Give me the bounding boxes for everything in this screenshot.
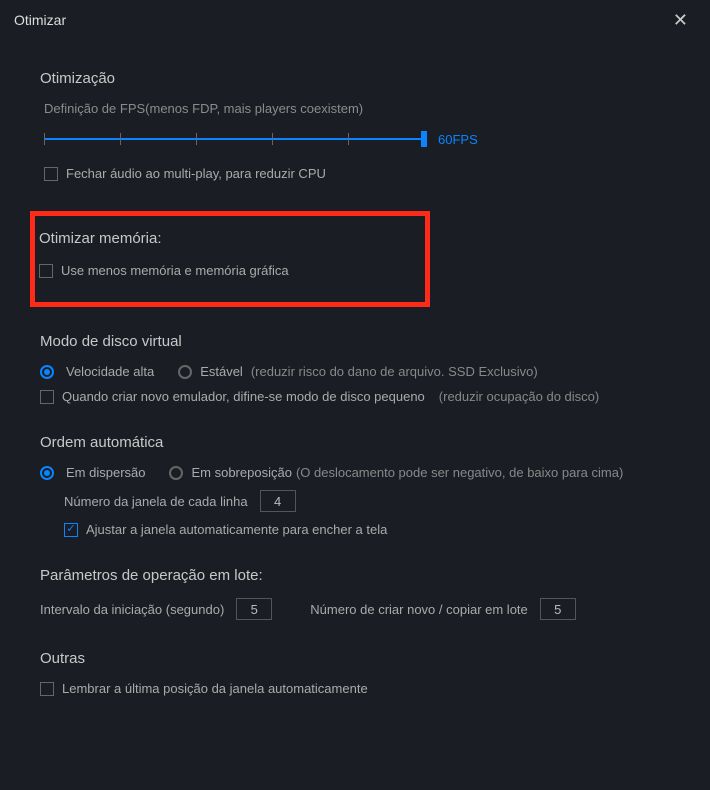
remember-pos-row: Lembrar a última posição da janela autom…: [40, 681, 670, 696]
label-stable: Estável: [200, 364, 243, 379]
label-overlap: Em sobreposição: [191, 465, 291, 480]
per-line-row: Número da janela de cada linha: [64, 490, 670, 512]
label-scatter: Em dispersão: [66, 465, 145, 480]
highlight-memory: Otimizar memória: Use menos memória e me…: [30, 211, 430, 307]
fps-slider[interactable]: [44, 130, 424, 148]
remember-pos-label: Lembrar a última posição da janela autom…: [62, 681, 368, 696]
stable-note: (reduzir risco do dano de arquivo. SSD E…: [251, 364, 538, 379]
content: Otimização Definição de FPS(menos FDP, m…: [0, 40, 710, 736]
order-mode-row: Em dispersão Em sobreposição (O deslocam…: [40, 465, 670, 480]
label-high-speed: Velocidade alta: [66, 364, 154, 379]
use-less-memory-row: Use menos memória e memória gráfica: [39, 263, 415, 278]
titlebar: Otimizar ✕: [0, 0, 710, 40]
close-audio-label: Fechar áudio ao multi-play, para reduzir…: [66, 166, 326, 181]
heading-autoorder: Ordem automática: [40, 434, 670, 451]
radio-high-speed[interactable]: [40, 365, 54, 379]
copies-input[interactable]: [540, 598, 576, 620]
small-disk-label: Quando criar novo emulador, difine-se mo…: [62, 389, 425, 404]
disk-mode-row: Velocidade alta Estável (reduzir risco d…: [40, 364, 670, 379]
fps-desc: Definição de FPS(menos FDP, mais players…: [44, 101, 670, 116]
close-audio-row: Fechar áudio ao multi-play, para reduzir…: [44, 166, 670, 181]
auto-fit-checkbox[interactable]: ✓: [64, 523, 78, 537]
heading-disk: Modo de disco virtual: [40, 333, 670, 350]
fps-value-label: 60FPS: [438, 132, 478, 147]
heading-other: Outras: [40, 650, 670, 667]
batch-row: Intervalo da iniciação (segundo) Número …: [40, 598, 670, 620]
heading-batch: Parâmetros de operação em lote:: [40, 567, 670, 584]
fps-slider-wrap: 60FPS: [44, 130, 670, 148]
per-line-input[interactable]: [260, 490, 296, 512]
radio-overlap[interactable]: [169, 466, 183, 480]
section-other: Outras Lembrar a última posição da janel…: [40, 650, 670, 696]
copies-label: Número de criar novo / copiar em lote: [310, 602, 527, 617]
interval-label: Intervalo da iniciação (segundo): [40, 602, 224, 617]
use-less-memory-checkbox[interactable]: [39, 264, 53, 278]
small-disk-note: (reduzir ocupação do disco): [439, 389, 599, 404]
small-disk-checkbox[interactable]: [40, 390, 54, 404]
small-disk-row: Quando criar novo emulador, difine-se mo…: [40, 389, 670, 404]
window-title: Otimizar: [14, 12, 66, 28]
interval-input[interactable]: [236, 598, 272, 620]
overlap-note: (O deslocamento pode ser negativo, de ba…: [296, 465, 623, 480]
section-batch: Parâmetros de operação em lote: Interval…: [40, 567, 670, 620]
section-disk: Modo de disco virtual Velocidade alta Es…: [40, 333, 670, 404]
use-less-memory-label: Use menos memória e memória gráfica: [61, 263, 289, 278]
radio-stable[interactable]: [178, 365, 192, 379]
auto-fit-row: ✓ Ajustar a janela automaticamente para …: [64, 522, 670, 537]
auto-fit-label: Ajustar a janela automaticamente para en…: [86, 522, 387, 537]
close-audio-checkbox[interactable]: [44, 167, 58, 181]
heading-optimization: Otimização: [40, 70, 670, 87]
close-icon[interactable]: ✕: [665, 6, 696, 35]
section-autoorder: Ordem automática Em dispersão Em sobrepo…: [40, 434, 670, 537]
remember-pos-checkbox[interactable]: [40, 682, 54, 696]
radio-scatter[interactable]: [40, 466, 54, 480]
heading-memory: Otimizar memória:: [39, 230, 415, 247]
per-line-label: Número da janela de cada linha: [64, 494, 248, 509]
section-optimization: Otimização Definição de FPS(menos FDP, m…: [40, 70, 670, 181]
